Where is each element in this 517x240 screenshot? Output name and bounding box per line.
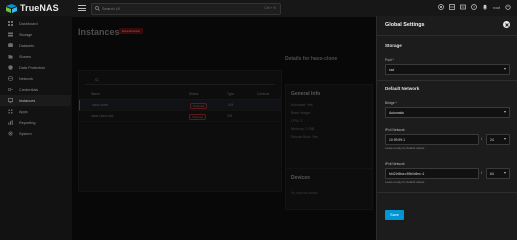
- sidebar-item-label: Shares: [19, 54, 32, 59]
- save-button[interactable]: Save: [385, 210, 404, 220]
- notifications-bell-icon[interactable]: [482, 4, 488, 10]
- sidebar-item-credentials[interactable]: Credentials: [0, 84, 71, 95]
- bridge-value: Automatic: [389, 110, 405, 115]
- chevron-down-icon: [504, 111, 506, 113]
- bridge-label: Bridge *: [385, 101, 397, 105]
- search-placeholder: Search UI: [102, 6, 120, 11]
- apps-icon: [8, 109, 13, 114]
- sidebar-item-label: System: [19, 131, 32, 136]
- global-settings-panel: Global Settings Storage Pool * ssd Defau…: [376, 16, 517, 240]
- sidebar-item-shares[interactable]: Shares: [0, 51, 71, 62]
- ipv4-netmask-value: 24: [490, 137, 494, 142]
- sidebar-item-label: Reporting: [19, 120, 36, 125]
- default-network-section-title: Default Network: [385, 86, 420, 91]
- hamburger-menu-icon[interactable]: [78, 5, 86, 11]
- sidebar-item-data-protection[interactable]: Data Protection: [0, 62, 71, 73]
- sidebar-item-label: Instances: [19, 98, 36, 103]
- search-shortcut: Ctrl + K: [264, 6, 276, 10]
- user-menu-label[interactable]: root: [493, 5, 500, 10]
- ipv4-network-label: IPv4 Network: [385, 128, 405, 132]
- sidebar-item-system[interactable]: System: [0, 128, 71, 139]
- divider: [377, 35, 517, 36]
- sidebar-item-label: Apps: [19, 109, 28, 114]
- directory-services-icon[interactable]: [449, 4, 455, 10]
- truenas-logo[interactable]: TrueNAS: [6, 3, 59, 13]
- ipv4-hint: Leave empty for default values: [385, 146, 425, 150]
- top-bar-actions: ? root: [438, 4, 511, 10]
- sidebar-item-datasets[interactable]: Datasets: [0, 40, 71, 51]
- search-icon: [95, 6, 100, 11]
- sidebar-nav: Dashboard Storage Datasets Shares Data P…: [0, 16, 72, 240]
- truenas-logo-icon: [6, 3, 17, 13]
- shares-icon: [8, 55, 13, 59]
- storage-icon: [8, 32, 13, 37]
- top-bar: TrueNAS Search UI Ctrl + K ? root: [0, 0, 517, 17]
- netmask-separator: /: [481, 170, 483, 175]
- pool-label: Pool *: [385, 58, 394, 62]
- sidebar-item-label: Network: [19, 76, 33, 81]
- pool-select[interactable]: ssd: [385, 64, 510, 75]
- sidebar-item-storage[interactable]: Storage: [0, 29, 71, 40]
- netmask-separator: /: [481, 136, 483, 141]
- chevron-down-icon: [504, 172, 506, 174]
- ipv6-network-label: IPv6 Network: [385, 162, 405, 166]
- dashboard-icon: [8, 21, 13, 26]
- ipv6-address-input[interactable]: fd42:b5ba:c59d:b8ec::1: [385, 168, 479, 179]
- system-icon: [8, 131, 13, 136]
- instances-icon: [8, 98, 13, 103]
- close-button[interactable]: [503, 21, 510, 28]
- sidebar-item-network[interactable]: Network: [0, 73, 71, 84]
- sidebar-item-label: Dashboard: [19, 21, 38, 26]
- app-name: TrueNAS: [20, 3, 59, 13]
- data-protection-icon: [8, 65, 13, 70]
- ipv6-address-value: fd42:b5ba:c59d:b8ec::1: [389, 171, 425, 176]
- ipv6-netmask-value: 64: [490, 171, 494, 176]
- sidebar-item-label: Storage: [19, 32, 33, 37]
- ipv4-address-input[interactable]: 10.99.99.1: [385, 134, 479, 145]
- divider: [377, 80, 517, 81]
- sidebar-item-instances[interactable]: Instances: [0, 95, 71, 106]
- sidebar-item-reporting[interactable]: Reporting: [0, 117, 71, 128]
- sidebar-item-dashboard[interactable]: Dashboard: [0, 18, 71, 29]
- chevron-down-icon: [504, 138, 506, 140]
- network-icon: [8, 76, 13, 81]
- ipv6-hint: Leave empty for default values: [385, 180, 425, 184]
- storage-section-title: Storage: [385, 43, 402, 48]
- svg-text:?: ?: [473, 5, 475, 9]
- close-icon: [504, 22, 509, 27]
- ipv6-netmask-select[interactable]: 64: [486, 168, 510, 179]
- bridge-select[interactable]: Automatic: [385, 107, 510, 118]
- truecommand-icon[interactable]: [438, 4, 444, 10]
- sidebar-item-apps[interactable]: Apps: [0, 106, 71, 117]
- sidebar-item-label: Data Protection: [19, 65, 46, 70]
- sidebar-item-label: Credentials: [19, 87, 39, 92]
- ipv4-netmask-select[interactable]: 24: [486, 134, 510, 145]
- sidebar-item-label: Datasets: [19, 43, 34, 48]
- panel-title: Global Settings: [385, 22, 425, 28]
- divider: [377, 192, 517, 193]
- datasets-icon: [8, 43, 13, 47]
- modal-backdrop[interactable]: [71, 16, 376, 240]
- jobs-icon[interactable]: [460, 4, 466, 10]
- global-search-input[interactable]: Search UI Ctrl + K: [91, 3, 281, 15]
- ipv4-address-value: 10.99.99.1: [389, 137, 406, 142]
- help-icon[interactable]: ?: [471, 4, 477, 10]
- chevron-down-icon: [504, 68, 506, 70]
- reporting-icon: [8, 120, 13, 125]
- power-icon[interactable]: [505, 4, 511, 10]
- pool-value: ssd: [389, 67, 395, 72]
- credentials-icon: [8, 88, 13, 91]
